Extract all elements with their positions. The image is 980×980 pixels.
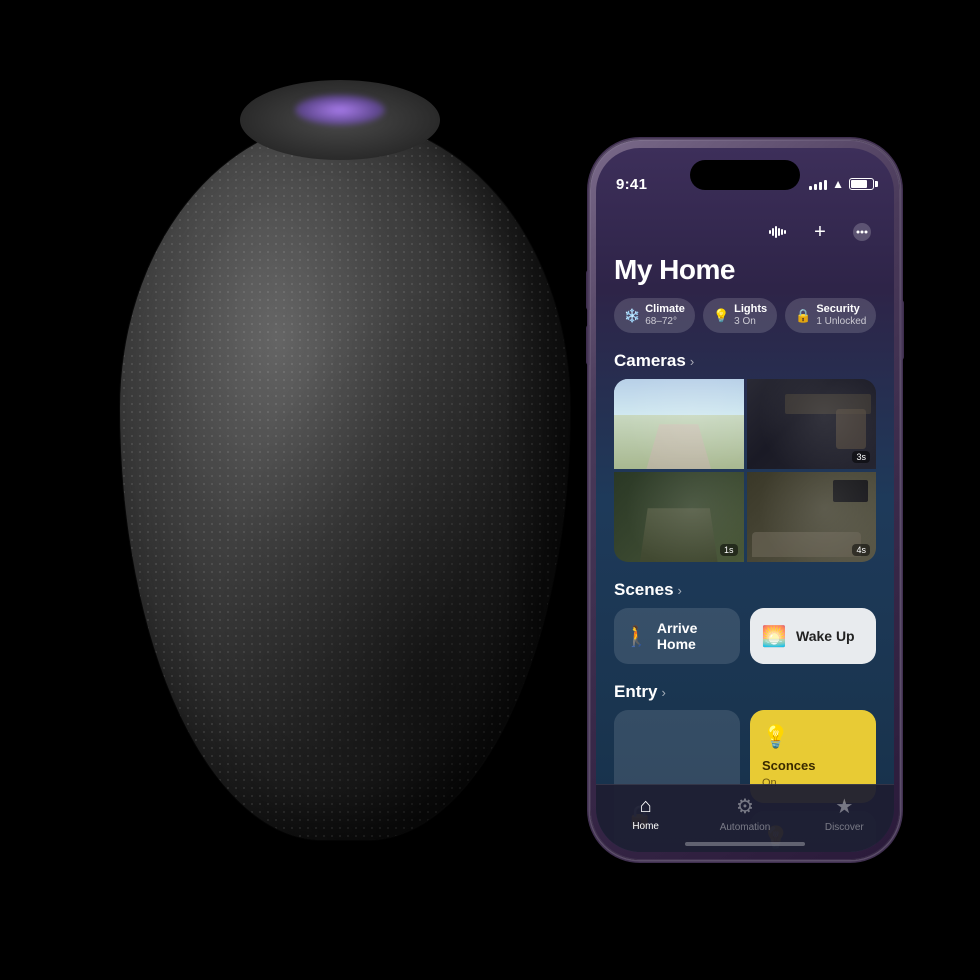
tab-automation[interactable]: ⚙ Automation — [695, 794, 794, 833]
camera-timer-3: 1s — [720, 544, 738, 556]
battery-fill — [851, 180, 867, 188]
scenes-title: Scenes — [614, 580, 674, 600]
cam-fisheye-1 — [614, 379, 744, 469]
security-pill[interactable]: 🔒 Security 1 Unlocked — [785, 298, 876, 333]
cameras-section-header[interactable]: Cameras › — [596, 347, 894, 379]
iphone-notch — [690, 160, 800, 190]
homepod — [60, 80, 620, 880]
home-tab-icon: ⌂ — [640, 795, 652, 818]
signal-bar-1 — [809, 186, 812, 190]
security-pill-text: Security 1 Unlocked — [816, 303, 866, 328]
homepod-mesh — [120, 120, 570, 840]
battery-icon — [849, 178, 874, 190]
camera-cell-3[interactable]: 1s — [614, 472, 744, 562]
security-icon: 🔒 — [795, 308, 811, 324]
home-tab-label: Home — [632, 821, 659, 832]
entry-title: Entry — [614, 682, 657, 702]
entry-chevron-icon: › — [661, 685, 665, 700]
lights-pill[interactable]: 💡 Lights 3 On — [703, 298, 777, 333]
climate-sub: 68–72° — [645, 316, 685, 328]
climate-pill-text: Climate 68–72° — [645, 303, 685, 328]
status-icons: ▲ — [809, 177, 874, 191]
security-sub: 1 Unlocked — [816, 316, 866, 328]
lights-icon: 💡 — [713, 308, 729, 324]
app-header: + — [596, 208, 894, 254]
wake-up-button[interactable]: 🌅 Wake Up — [750, 608, 876, 664]
scene: 9:41 ▲ — [0, 0, 980, 980]
sconces-icon: 💡 — [762, 724, 864, 750]
cameras-chevron-icon: › — [690, 354, 694, 369]
homepod-display — [295, 95, 385, 125]
arrive-home-icon: 🚶 — [624, 624, 649, 649]
automation-tab-label: Automation — [720, 822, 771, 833]
add-button[interactable]: + — [806, 218, 834, 246]
camera-cell-2[interactable]: 3s — [747, 379, 877, 469]
security-label: Security — [816, 303, 866, 316]
category-pills: ❄️ Climate 68–72° 💡 Lights 3 On — [596, 298, 894, 347]
lights-pill-text: Lights 3 On — [734, 303, 767, 328]
wifi-icon: ▲ — [832, 177, 844, 191]
discover-tab-label: Discover — [825, 822, 864, 833]
iphone-vol-down-button[interactable] — [586, 325, 590, 365]
tab-bar: ⌂ Home ⚙ Automation ★ Discover — [596, 784, 894, 852]
homepod-body — [120, 120, 570, 840]
camera-grid: 3s 1s 4s — [614, 379, 876, 562]
lights-label: Lights — [734, 303, 767, 316]
climate-label: Climate — [645, 303, 685, 316]
entry-section-header[interactable]: Entry › — [596, 678, 894, 710]
status-time: 9:41 — [616, 176, 647, 193]
siri-button[interactable] — [764, 218, 792, 246]
climate-pill[interactable]: ❄️ Climate 68–72° — [614, 298, 695, 333]
camera-cell-4[interactable]: 4s — [747, 472, 877, 562]
scenes-chevron-icon: › — [678, 583, 682, 598]
automation-tab-icon: ⚙ — [736, 794, 754, 819]
tab-discover[interactable]: ★ Discover — [795, 794, 894, 833]
signal-bar-4 — [824, 180, 827, 190]
arrive-home-button[interactable]: 🚶 Arrive Home — [614, 608, 740, 664]
iphone-vol-up-button[interactable] — [586, 270, 590, 310]
camera-timer-2: 3s — [852, 451, 870, 463]
scenes-section-header[interactable]: Scenes › — [596, 576, 894, 608]
scenes-row: 🚶 Arrive Home 🌅 Wake Up — [596, 608, 894, 678]
sconces-name: Sconces — [762, 758, 864, 773]
wake-up-icon: 🌅 — [760, 624, 788, 649]
page-title: My Home — [596, 254, 894, 298]
iphone: 9:41 ▲ — [590, 140, 900, 860]
iphone-screen: 9:41 ▲ — [596, 148, 894, 852]
tab-home[interactable]: ⌂ Home — [596, 795, 695, 832]
camera-cell-1[interactable] — [614, 379, 744, 469]
header-icons: + — [764, 218, 876, 246]
wake-up-label: Wake Up — [796, 628, 855, 644]
arrive-home-label: Arrive Home — [657, 620, 730, 652]
homepod-top — [240, 80, 440, 160]
iphone-side-button[interactable] — [900, 300, 904, 360]
climate-icon: ❄️ — [624, 308, 640, 324]
home-indicator — [685, 842, 805, 846]
app-content: + My Home — [596, 208, 894, 852]
camera-timer-4: 4s — [852, 544, 870, 556]
more-button[interactable] — [848, 218, 876, 246]
signal-bar-3 — [819, 182, 822, 190]
cameras-title: Cameras — [614, 351, 686, 371]
signal-bar-2 — [814, 184, 817, 190]
lights-sub: 3 On — [734, 316, 767, 328]
signal-bars-icon — [809, 178, 827, 190]
discover-tab-icon: ★ — [835, 794, 853, 819]
